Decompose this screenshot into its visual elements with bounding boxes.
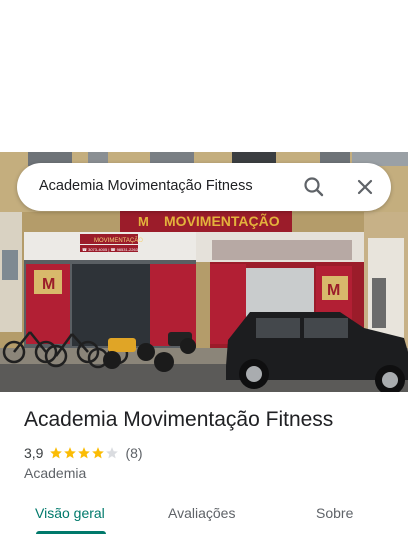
rating-stars xyxy=(49,446,119,460)
star-icon xyxy=(78,447,91,459)
rating-row[interactable]: 3,9 (8) xyxy=(24,444,143,462)
svg-text:M: M xyxy=(327,282,340,299)
star-icon xyxy=(64,447,77,459)
search-icon[interactable] xyxy=(302,175,326,199)
place-category[interactable]: Academia xyxy=(24,465,86,481)
banner-text: MOVIMENTAÇÃO xyxy=(94,237,143,244)
tab-reviews[interactable]: Avaliações xyxy=(168,505,235,521)
tab-about[interactable]: Sobre xyxy=(316,505,353,521)
place-title: Academia Movimentação Fitness xyxy=(24,408,334,431)
active-tab-indicator xyxy=(36,531,106,534)
sign-logo-mark: M xyxy=(138,214,149,229)
phone-text: ☎ 3073-4005 | ☎ 98531-2263 xyxy=(82,247,139,252)
search-query[interactable]: Academia Movimentação Fitness xyxy=(39,178,253,194)
sign-text: MOVIMENTAÇÃO xyxy=(164,212,280,229)
rating-value: 3,9 xyxy=(24,445,44,461)
search-bar[interactable]: Academia Movimentação Fitness xyxy=(17,163,391,211)
svg-text:M: M xyxy=(42,276,55,293)
star-icon xyxy=(92,447,105,459)
star-icon xyxy=(106,447,119,459)
star-icon xyxy=(50,447,63,459)
place-tabs: Visão geral Avaliações Sobre xyxy=(0,496,408,536)
close-icon[interactable] xyxy=(353,175,377,199)
review-count[interactable]: (8) xyxy=(125,445,142,461)
tab-overview[interactable]: Visão geral xyxy=(35,505,105,521)
